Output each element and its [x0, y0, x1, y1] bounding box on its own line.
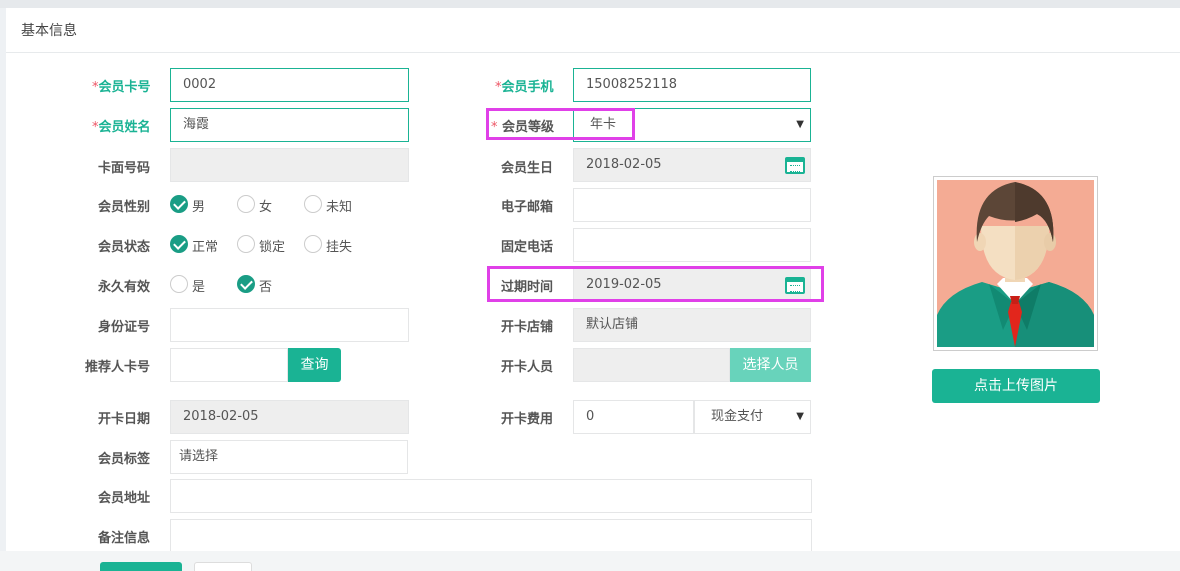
- gender-unknown-label: 未知: [326, 200, 353, 215]
- tags-select[interactable]: 请选择: [170, 440, 408, 474]
- expire-highlight-box: [487, 266, 824, 302]
- store-input[interactable]: 默认店铺: [573, 308, 811, 342]
- email-input[interactable]: [573, 188, 811, 222]
- tags-label: 会员标签: [98, 452, 151, 467]
- query-button[interactable]: 查询: [288, 348, 341, 382]
- permanent-yes-label: 是: [192, 280, 206, 295]
- gender-unknown-radio[interactable]: [304, 195, 322, 213]
- name-label: *会员姓名: [92, 120, 151, 135]
- name-input[interactable]: 海霞: [170, 108, 409, 142]
- save-button[interactable]: [100, 562, 182, 571]
- open-date-input[interactable]: 2018-02-05: [170, 400, 409, 434]
- gender-female-radio[interactable]: [237, 195, 255, 213]
- remark-input[interactable]: [170, 519, 812, 553]
- status-lost-radio[interactable]: [304, 235, 322, 253]
- top-bar: [0, 0, 1180, 8]
- gender-label: 会员性别: [98, 200, 151, 215]
- staff-label: 开卡人员: [501, 360, 554, 375]
- fee-label: 开卡费用: [501, 412, 554, 427]
- avatar-illustration: [937, 180, 1094, 347]
- status-normal-radio[interactable]: [170, 235, 188, 253]
- card-no-label: *会员卡号: [92, 80, 151, 95]
- gender-male-label: 男: [192, 200, 206, 215]
- chevron-down-icon: ▼: [796, 411, 804, 422]
- open-date-label: 开卡日期: [98, 412, 151, 427]
- status-normal-label: 正常: [192, 240, 219, 255]
- staff-input[interactable]: [573, 348, 730, 382]
- address-label: 会员地址: [98, 491, 151, 506]
- gender-female-label: 女: [259, 200, 273, 215]
- id-no-input[interactable]: [170, 308, 409, 342]
- permanent-no-label: 否: [259, 280, 273, 295]
- phone-label: *会员手机: [495, 80, 554, 95]
- address-input[interactable]: [170, 479, 812, 513]
- face-no-label: 卡面号码: [98, 161, 151, 176]
- choose-staff-button[interactable]: 选择人员: [730, 348, 811, 382]
- calendar-icon[interactable]: [785, 157, 805, 174]
- id-no-label: 身份证号: [98, 320, 151, 335]
- face-no-input[interactable]: [170, 148, 409, 182]
- chevron-down-icon: ▼: [796, 119, 804, 130]
- birthday-value: 2018-02-05: [586, 157, 662, 172]
- level-highlight-box: [486, 108, 635, 140]
- tel-label: 固定电话: [501, 240, 554, 255]
- gender-male-radio[interactable]: [170, 195, 188, 213]
- status-locked-label: 锁定: [259, 240, 286, 255]
- permanent-yes-radio[interactable]: [170, 275, 188, 293]
- status-locked-radio[interactable]: [237, 235, 255, 253]
- avatar-placeholder[interactable]: [933, 176, 1098, 351]
- status-lost-label: 挂失: [326, 240, 353, 255]
- status-label: 会员状态: [98, 240, 151, 255]
- tel-input[interactable]: [573, 228, 811, 262]
- birthday-input[interactable]: 2018-02-05: [573, 148, 811, 182]
- referrer-label: 推荐人卡号: [85, 360, 151, 375]
- remark-label: 备注信息: [98, 531, 151, 546]
- permanent-label: 永久有效: [98, 280, 151, 295]
- pay-method-value: 现金支付: [711, 409, 764, 424]
- pay-method-select[interactable]: 现金支付 ▼: [694, 400, 811, 434]
- fee-input[interactable]: 0: [573, 400, 694, 434]
- panel-header: 基本信息: [6, 8, 1180, 53]
- card-no-input[interactable]: 0002: [170, 68, 409, 102]
- birthday-label: 会员生日: [501, 161, 554, 176]
- upload-image-button[interactable]: 点击上传图片: [932, 369, 1100, 403]
- store-label: 开卡店铺: [501, 320, 554, 335]
- permanent-no-radio[interactable]: [237, 275, 255, 293]
- phone-input[interactable]: 15008252118: [573, 68, 811, 102]
- referrer-input[interactable]: [170, 348, 288, 382]
- email-label: 电子邮箱: [501, 200, 554, 215]
- panel-title: 基本信息: [21, 23, 77, 39]
- cancel-button[interactable]: [194, 562, 252, 571]
